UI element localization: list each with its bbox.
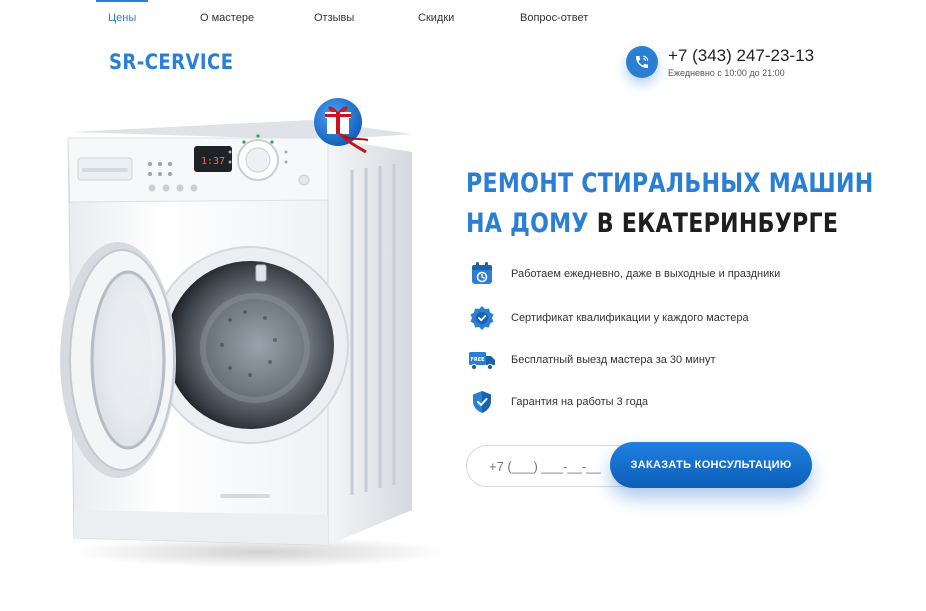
calendar-icon xyxy=(472,262,492,284)
nav-item-faq[interactable]: Вопрос-ответ xyxy=(520,12,588,24)
header-phone-number[interactable]: +7 (343) 247-23-13 xyxy=(668,46,814,66)
hero-title-line-2: НА ДОМУ В ЕКАТЕРИНБУРГЕ xyxy=(466,208,838,239)
feature-text: Работаем ежедневно, даже в выходные и пр… xyxy=(511,268,781,280)
feature-text: Сертификат квалификации у каждого мастер… xyxy=(511,312,749,324)
washing-machine-image: 1:37 xyxy=(60,90,450,570)
feature-item: Работаем ежедневно, даже в выходные и пр… xyxy=(468,261,908,287)
phone-icon xyxy=(636,55,649,68)
site-logo[interactable]: SR-CERVICE xyxy=(109,50,233,74)
free-delivery-truck-icon: FREE xyxy=(469,352,495,371)
feature-item: Сертификат квалификации у каждого мастер… xyxy=(468,305,908,331)
nav-item-about-master[interactable]: О мастере xyxy=(200,12,254,24)
call-button[interactable] xyxy=(626,46,658,78)
certificate-badge-icon xyxy=(470,306,494,330)
washer-display-time: 1:37 xyxy=(201,156,225,167)
nav-item-reviews[interactable]: Отзывы xyxy=(314,12,354,24)
order-consultation-button[interactable]: ЗАКАЗАТЬ КОНСУЛЬТАЦИЮ xyxy=(610,442,812,488)
nav-item-discounts[interactable]: Скидки xyxy=(418,12,454,24)
top-navigation: Цены О мастере Отзывы Скидки Вопрос-отве… xyxy=(0,0,926,34)
feature-text: Гарантия на работы 3 года xyxy=(511,396,648,408)
hero-title-city: В ЕКАТЕРИНБУРГЕ xyxy=(596,208,839,239)
feature-item: Гарантия на работы 3 года xyxy=(468,389,908,415)
feature-item: FREE Бесплатный выезд мастера за 30 мину… xyxy=(468,347,908,373)
free-badge-text: FREE xyxy=(470,357,485,363)
nav-item-prices[interactable]: Цены xyxy=(108,12,136,24)
hero-title-line-1: РЕМОНТ СТИРАЛЬНЫХ МАШИН xyxy=(466,168,874,199)
shield-check-icon xyxy=(473,391,491,413)
nav-active-indicator xyxy=(96,0,148,2)
gift-icon xyxy=(314,98,369,154)
feature-text: Бесплатный выезд мастера за 30 минут xyxy=(511,354,716,366)
working-hours: Ежедневно с 10:00 до 21:00 xyxy=(668,68,785,78)
hero-title-accent: НА ДОМУ xyxy=(466,208,589,239)
gift-badge[interactable] xyxy=(308,92,370,154)
